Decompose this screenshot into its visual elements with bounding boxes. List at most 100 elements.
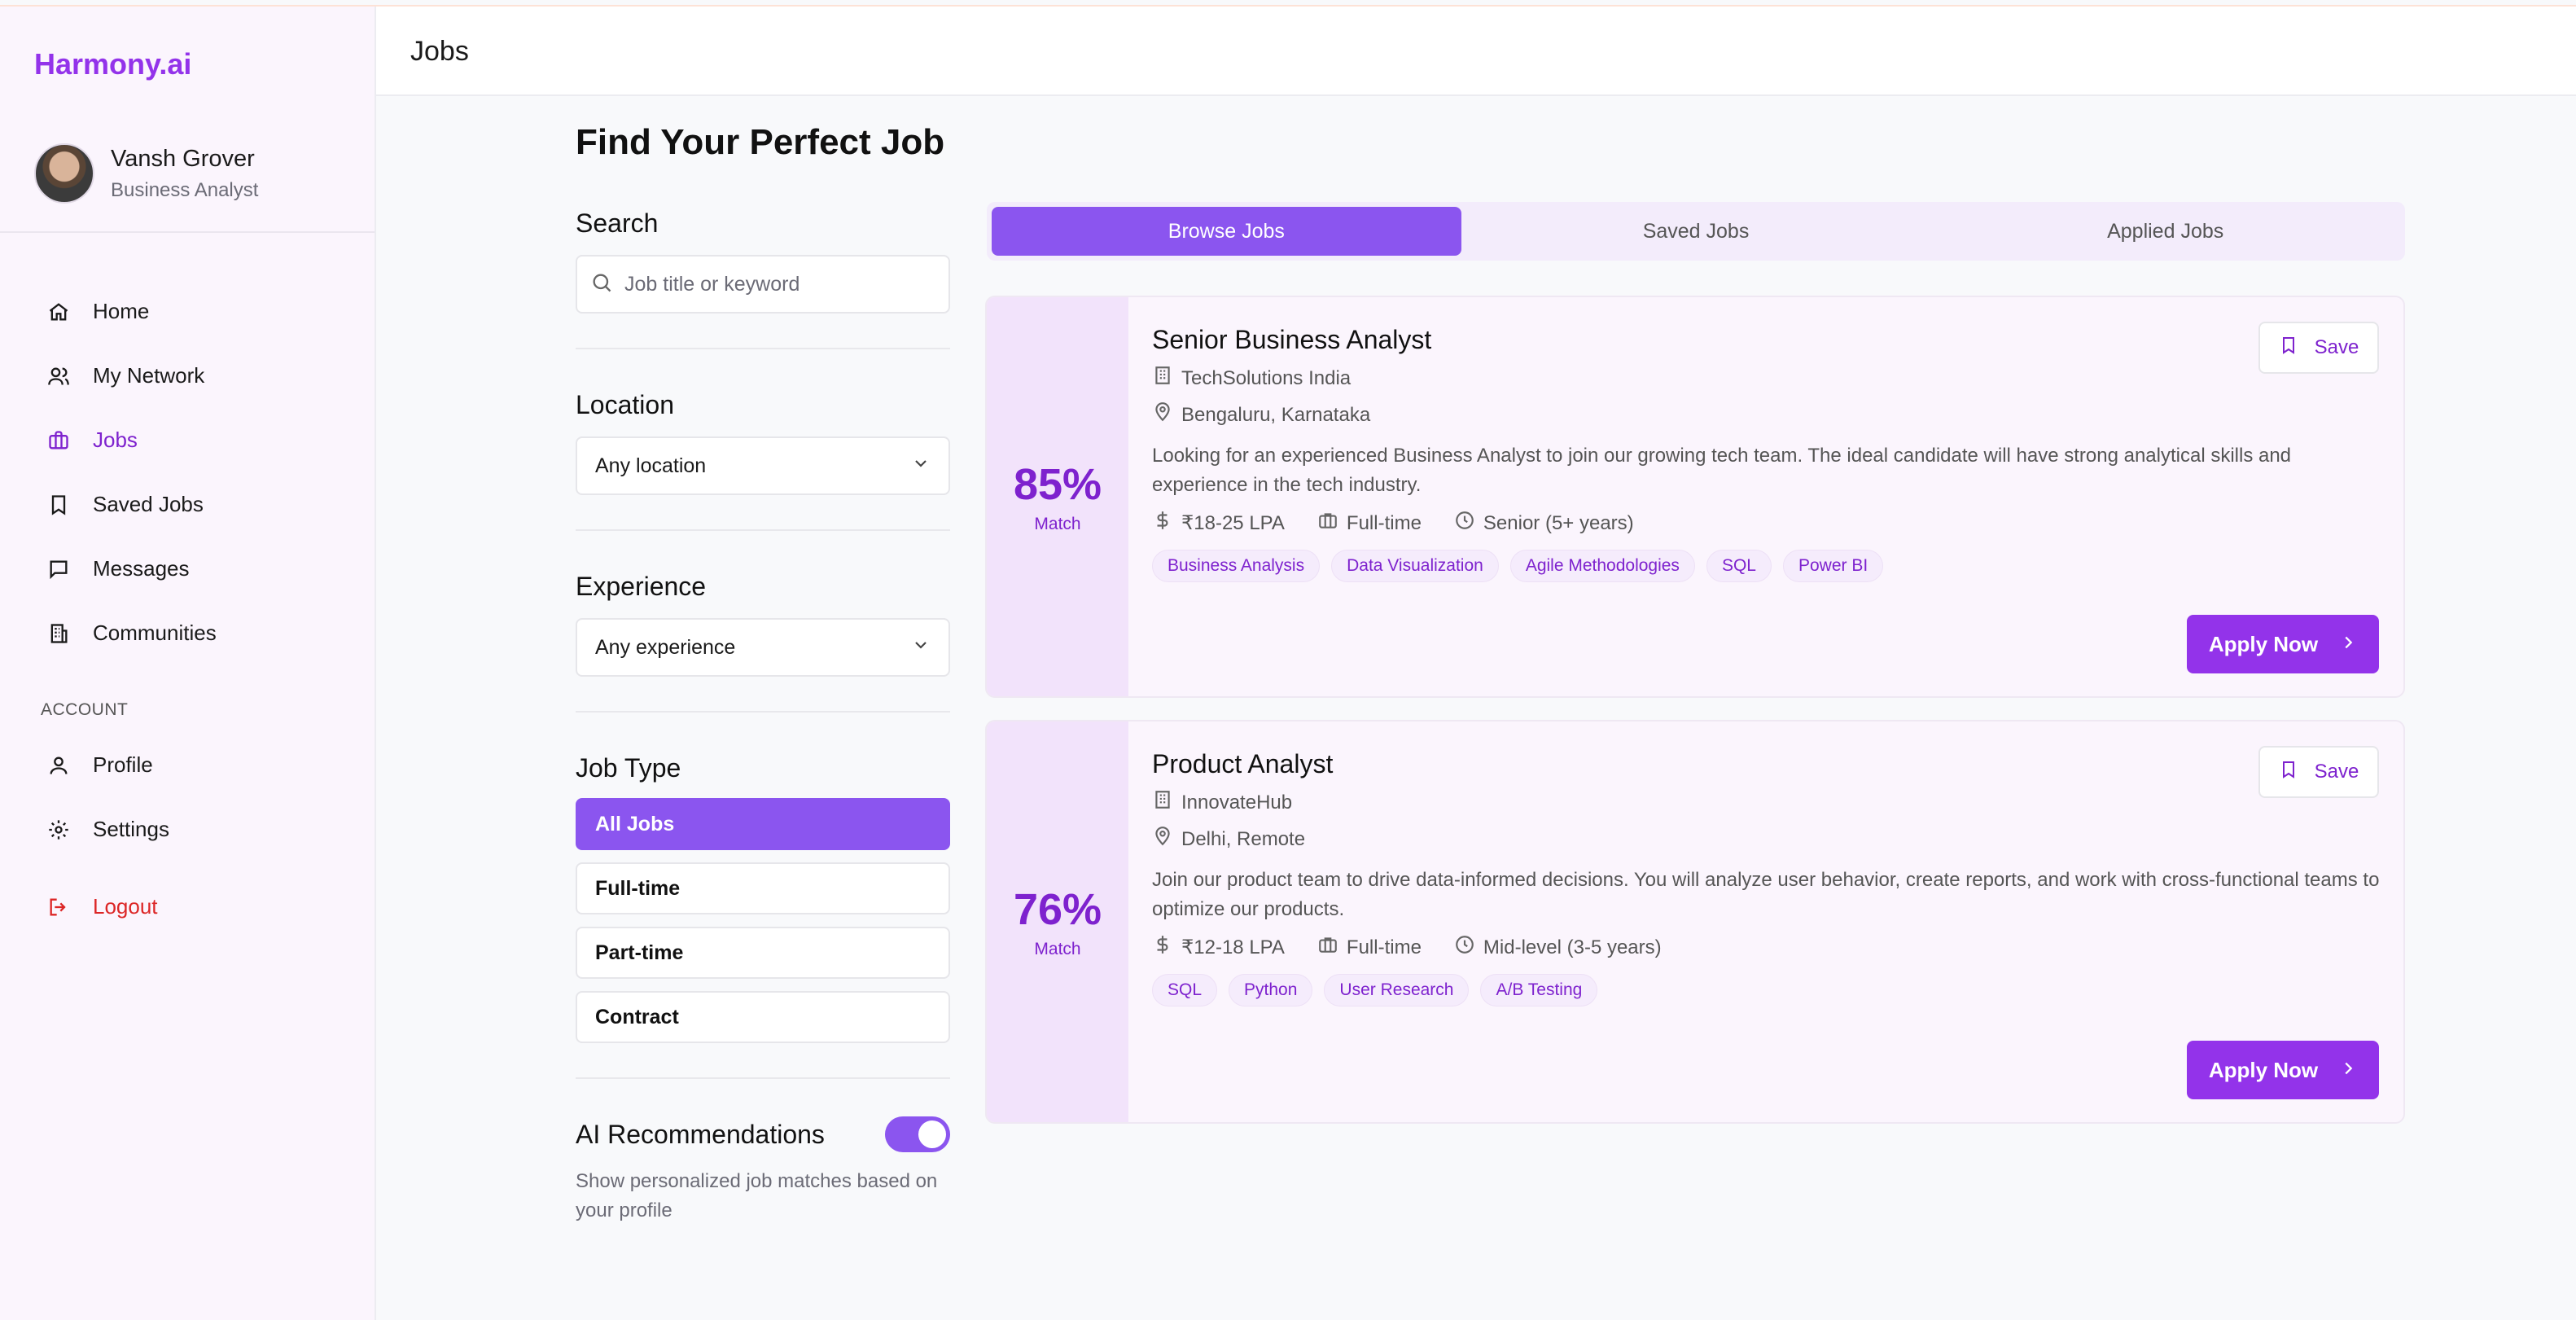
ai-recommendations-toggle[interactable] (885, 1116, 950, 1152)
tab-browse-jobs[interactable]: Browse Jobs (992, 207, 1461, 256)
job-title[interactable]: Senior Business Analyst (1152, 325, 2381, 355)
save-job-button[interactable]: Save (2258, 322, 2379, 374)
clock-icon (1454, 510, 1483, 537)
header-title: Jobs (410, 36, 469, 67)
filter-divider (576, 1077, 950, 1079)
experience-level-value: Senior (5+ years) (1483, 511, 1634, 534)
save-job-button[interactable]: Save (2258, 746, 2379, 798)
sidebar-item-my-network[interactable]: My Network (44, 344, 353, 408)
company-line: TechSolutions India (1152, 365, 2381, 392)
skill-tag: Power BI (1782, 550, 1884, 582)
tab-applied-jobs[interactable]: Applied Jobs (1930, 207, 2400, 256)
save-label: Save (2314, 336, 2359, 358)
salary: ₹18-25 LPA (1152, 510, 1285, 537)
employment-type-value: Full-time (1346, 936, 1422, 958)
sidebar-item-label: Messages (93, 556, 190, 581)
experience-select-value: Any experience (595, 635, 736, 659)
brand-logo[interactable]: Harmony.ai (34, 47, 191, 81)
skill-tag: A/B Testing (1480, 974, 1598, 1006)
home-icon (44, 297, 73, 327)
match-score: 76% Match (987, 721, 1128, 1122)
sidebar-item-label: Saved Jobs (93, 492, 204, 516)
company-line: InnovateHub (1152, 789, 2381, 816)
sidebar-item-communities[interactable]: Communities (44, 601, 353, 665)
job-type-contract[interactable]: Contract (576, 991, 950, 1043)
search-input[interactable] (624, 272, 934, 296)
salary: ₹12-18 LPA (1152, 934, 1285, 961)
sidebar-item-label: Settings (93, 817, 169, 841)
match-percent: 76% (1013, 885, 1102, 934)
job-location: Delhi, Remote (1181, 827, 1306, 850)
map-pin-icon (1152, 826, 1181, 853)
skill-tag: Agile Methodologies (1509, 550, 1695, 582)
page-header: Jobs (376, 7, 2576, 96)
users-icon (44, 362, 73, 391)
sidebar-item-label: Jobs (93, 428, 138, 452)
avatar (34, 143, 94, 204)
job-card: 85% Match Senior Business Analyst TechSo… (985, 296, 2405, 698)
logout-icon (44, 892, 73, 922)
logout-button[interactable]: Logout (44, 875, 158, 939)
job-type-part-time[interactable]: Part-time (576, 927, 950, 979)
message-icon (44, 555, 73, 584)
main-nav: Home My Network Jobs Saved Jobs Messages… (44, 279, 353, 665)
building-icon (44, 619, 73, 648)
user-profile-summary[interactable]: Vansh Grover Business Analyst (34, 143, 258, 204)
user-role: Business Analyst (111, 178, 259, 201)
tab-saved-jobs[interactable]: Saved Jobs (1461, 207, 1931, 256)
skill-tag: User Research (1324, 974, 1470, 1006)
experience-level-value: Mid-level (3-5 years) (1483, 936, 1662, 958)
job-type-all[interactable]: All Jobs (576, 798, 950, 850)
logout-label: Logout (93, 894, 158, 919)
sidebar-item-jobs[interactable]: Jobs (44, 408, 353, 472)
location-select-value: Any location (595, 454, 707, 477)
filter-divider (576, 529, 950, 531)
job-tabs: Browse Jobs Saved Jobs Applied Jobs (987, 202, 2405, 261)
apply-now-button[interactable]: Apply Now (2187, 1041, 2379, 1099)
job-type-full-time[interactable]: Full-time (576, 862, 950, 914)
skill-tag: SQL (1706, 550, 1772, 582)
employment-type-value: Full-time (1346, 511, 1422, 534)
page-title: Find Your Perfect Job (576, 122, 945, 162)
skill-tag: Business Analysis (1152, 550, 1321, 582)
job-location: Bengaluru, Karnataka (1181, 403, 1371, 426)
sidebar-item-home[interactable]: Home (44, 279, 353, 344)
apply-label: Apply Now (2208, 1057, 2319, 1082)
sidebar-item-label: Profile (93, 752, 153, 777)
bookmark-icon (2279, 335, 2315, 361)
filter-divider (576, 348, 950, 349)
job-facts: ₹18-25 LPA Full-time Senior (5+ years) (1152, 510, 2381, 537)
save-label: Save (2314, 761, 2359, 783)
job-title[interactable]: Product Analyst (1152, 749, 2381, 779)
chevron-right-icon (2318, 1058, 2357, 1083)
salary-value: ₹18-25 LPA (1181, 512, 1285, 534)
company-name: InnovateHub (1181, 791, 1293, 813)
location-select[interactable]: Any location (576, 436, 950, 495)
salary-value: ₹12-18 LPA (1181, 936, 1285, 958)
briefcase-icon (1317, 510, 1347, 537)
sidebar-item-label: Communities (93, 621, 217, 645)
briefcase-icon (44, 426, 73, 455)
search-label: Search (576, 208, 659, 238)
employment-type: Full-time (1317, 510, 1422, 537)
experience-select[interactable]: Any experience (576, 618, 950, 677)
sidebar-item-messages[interactable]: Messages (44, 537, 353, 601)
job-facts: ₹12-18 LPA Full-time Mid-level (3-5 year… (1152, 934, 2381, 961)
location-label: Location (576, 390, 674, 419)
building-icon (1152, 789, 1181, 816)
skill-tag: Python (1229, 974, 1313, 1006)
sidebar: Harmony.ai Vansh Grover Business Analyst… (0, 7, 376, 1320)
company-name: TechSolutions India (1181, 366, 1352, 389)
chevron-right-icon (2318, 632, 2357, 657)
user-icon (44, 751, 73, 780)
apply-now-button[interactable]: Apply Now (2187, 615, 2379, 673)
search-field[interactable] (576, 255, 950, 314)
sidebar-item-profile[interactable]: Profile (44, 733, 353, 797)
match-percent: 85% (1013, 460, 1102, 509)
sidebar-item-settings[interactable]: Settings (44, 797, 353, 862)
skill-tag: SQL (1152, 974, 1218, 1006)
experience-level: Senior (5+ years) (1454, 510, 1634, 537)
job-description: Join our product team to drive data-info… (1152, 869, 2380, 920)
sidebar-item-saved-jobs[interactable]: Saved Jobs (44, 472, 353, 537)
apply-label: Apply Now (2208, 631, 2319, 656)
